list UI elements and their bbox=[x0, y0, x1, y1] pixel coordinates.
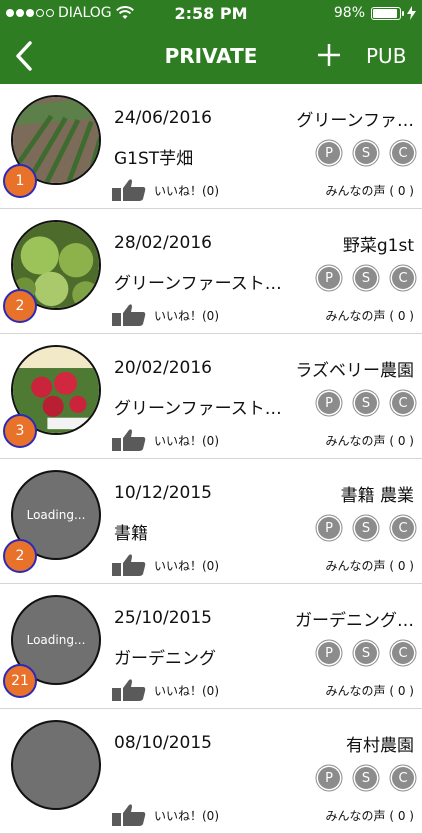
comments-link[interactable]: みんなの声 ( 0 ) bbox=[326, 182, 414, 199]
p-icon[interactable]: P bbox=[318, 267, 340, 289]
page-title: PRIVATE bbox=[164, 44, 258, 68]
list-item[interactable]: 1 24/06/2016 グリーンファ… G1ST芋畑 P S C いいね！(0… bbox=[0, 84, 422, 209]
count-badge: 1 bbox=[3, 164, 37, 198]
post-name: 書籍 bbox=[114, 524, 148, 544]
like-button[interactable]: いいね！(0) bbox=[112, 429, 219, 451]
comments-link[interactable]: みんなの声 ( 0 ) bbox=[326, 307, 414, 324]
list-item[interactable]: 3 20/02/2016 ラズベリー農園 グリーンファースト… P S C いい… bbox=[0, 334, 422, 459]
c-icon[interactable]: C bbox=[392, 392, 414, 414]
like-button[interactable]: いいね！(0) bbox=[112, 304, 219, 326]
c-icon[interactable]: C bbox=[392, 642, 414, 664]
count-badge: 2 bbox=[3, 289, 37, 323]
s-icon[interactable]: S bbox=[355, 267, 377, 289]
comments-link[interactable]: みんなの声 ( 0 ) bbox=[326, 682, 414, 699]
thumbs-up-icon bbox=[112, 554, 146, 576]
list-item[interactable]: 2 28/02/2016 野菜g1st グリーンファースト… P S C いいね… bbox=[0, 209, 422, 334]
c-icon[interactable]: C bbox=[392, 267, 414, 289]
loading-text: Loading... bbox=[26, 633, 86, 647]
post-date: 28/02/2016 bbox=[114, 233, 212, 253]
p-icon[interactable]: P bbox=[318, 642, 340, 664]
post-name: ガーデニング bbox=[114, 649, 216, 669]
s-icon[interactable]: S bbox=[355, 642, 377, 664]
navigation-bar: PRIVATE PUB bbox=[0, 28, 422, 84]
s-icon[interactable]: S bbox=[355, 517, 377, 539]
post-author: ガーデニング… bbox=[295, 611, 414, 631]
post-date: 20/02/2016 bbox=[114, 358, 212, 378]
count-badge: 3 bbox=[3, 414, 37, 448]
list-item[interactable]: 08/10/2015 有村農園 P S C いいね！(0) みんなの声 ( 0 … bbox=[0, 709, 422, 834]
p-icon[interactable]: P bbox=[318, 392, 340, 414]
p-icon[interactable]: P bbox=[318, 142, 340, 164]
psc-indicators: P S C bbox=[318, 767, 414, 789]
thumbs-up-icon bbox=[112, 304, 146, 326]
like-label: いいね！(0) bbox=[154, 558, 219, 573]
thumbs-up-icon bbox=[112, 679, 146, 701]
c-icon[interactable]: C bbox=[392, 517, 414, 539]
psc-indicators: P S C bbox=[318, 517, 414, 539]
thumbs-up-icon bbox=[112, 429, 146, 451]
like-label: いいね！(0) bbox=[154, 308, 219, 323]
charging-icon bbox=[407, 6, 416, 20]
count-badge: 21 bbox=[3, 664, 37, 698]
c-icon[interactable]: C bbox=[392, 142, 414, 164]
post-name: グリーンファースト… bbox=[114, 274, 282, 294]
thumbs-up-icon bbox=[112, 804, 146, 826]
like-label: いいね！(0) bbox=[154, 683, 219, 698]
post-author: 書籍 農業 bbox=[340, 486, 414, 506]
post-name: グリーンファースト… bbox=[114, 399, 282, 419]
s-icon[interactable]: S bbox=[355, 142, 377, 164]
p-icon[interactable]: P bbox=[318, 517, 340, 539]
post-author: グリーンファ… bbox=[296, 111, 414, 131]
post-date: 25/10/2015 bbox=[114, 608, 212, 628]
loading-text: Loading... bbox=[26, 508, 86, 522]
post-thumbnail bbox=[11, 720, 101, 810]
list-item[interactable]: Loading... 2 10/12/2015 書籍 農業 書籍 P S C い… bbox=[0, 459, 422, 584]
psc-indicators: P S C bbox=[318, 142, 414, 164]
list-item[interactable]: Loading... 21 25/10/2015 ガーデニング… ガーデニング … bbox=[0, 584, 422, 709]
comments-link[interactable]: みんなの声 ( 0 ) bbox=[326, 807, 414, 824]
add-icon[interactable] bbox=[314, 40, 344, 70]
pub-button[interactable]: PUB bbox=[366, 44, 406, 68]
p-icon[interactable]: P bbox=[318, 767, 340, 789]
post-author: 野菜g1st bbox=[342, 236, 414, 256]
like-label: いいね！(0) bbox=[154, 433, 219, 448]
post-date: 08/10/2015 bbox=[114, 733, 212, 753]
battery-icon bbox=[371, 6, 404, 20]
status-bar: DIALOG 2:58 PM 98% bbox=[0, 0, 422, 28]
psc-indicators: P S C bbox=[318, 392, 414, 414]
like-button[interactable]: いいね！(0) bbox=[112, 679, 219, 701]
post-list: 1 24/06/2016 グリーンファ… G1ST芋畑 P S C いいね！(0… bbox=[0, 84, 422, 834]
post-date: 24/06/2016 bbox=[114, 108, 212, 128]
post-author: 有村農園 bbox=[346, 736, 414, 756]
like-button[interactable]: いいね！(0) bbox=[112, 554, 219, 576]
battery-percent: 98% bbox=[333, 5, 365, 21]
like-label: いいね！(0) bbox=[154, 808, 219, 823]
s-icon[interactable]: S bbox=[355, 767, 377, 789]
post-name: G1ST芋畑 bbox=[114, 149, 194, 169]
c-icon[interactable]: C bbox=[392, 767, 414, 789]
comments-link[interactable]: みんなの声 ( 0 ) bbox=[326, 557, 414, 574]
count-badge: 2 bbox=[3, 539, 37, 573]
psc-indicators: P S C bbox=[318, 267, 414, 289]
thumbs-up-icon bbox=[112, 179, 146, 201]
like-button[interactable]: いいね！(0) bbox=[112, 179, 219, 201]
post-date: 10/12/2015 bbox=[114, 483, 212, 503]
like-button[interactable]: いいね！(0) bbox=[112, 804, 219, 826]
like-label: いいね！(0) bbox=[154, 183, 219, 198]
comments-link[interactable]: みんなの声 ( 0 ) bbox=[326, 432, 414, 449]
post-author: ラズベリー農園 bbox=[295, 361, 414, 381]
s-icon[interactable]: S bbox=[355, 392, 377, 414]
psc-indicators: P S C bbox=[318, 642, 414, 664]
